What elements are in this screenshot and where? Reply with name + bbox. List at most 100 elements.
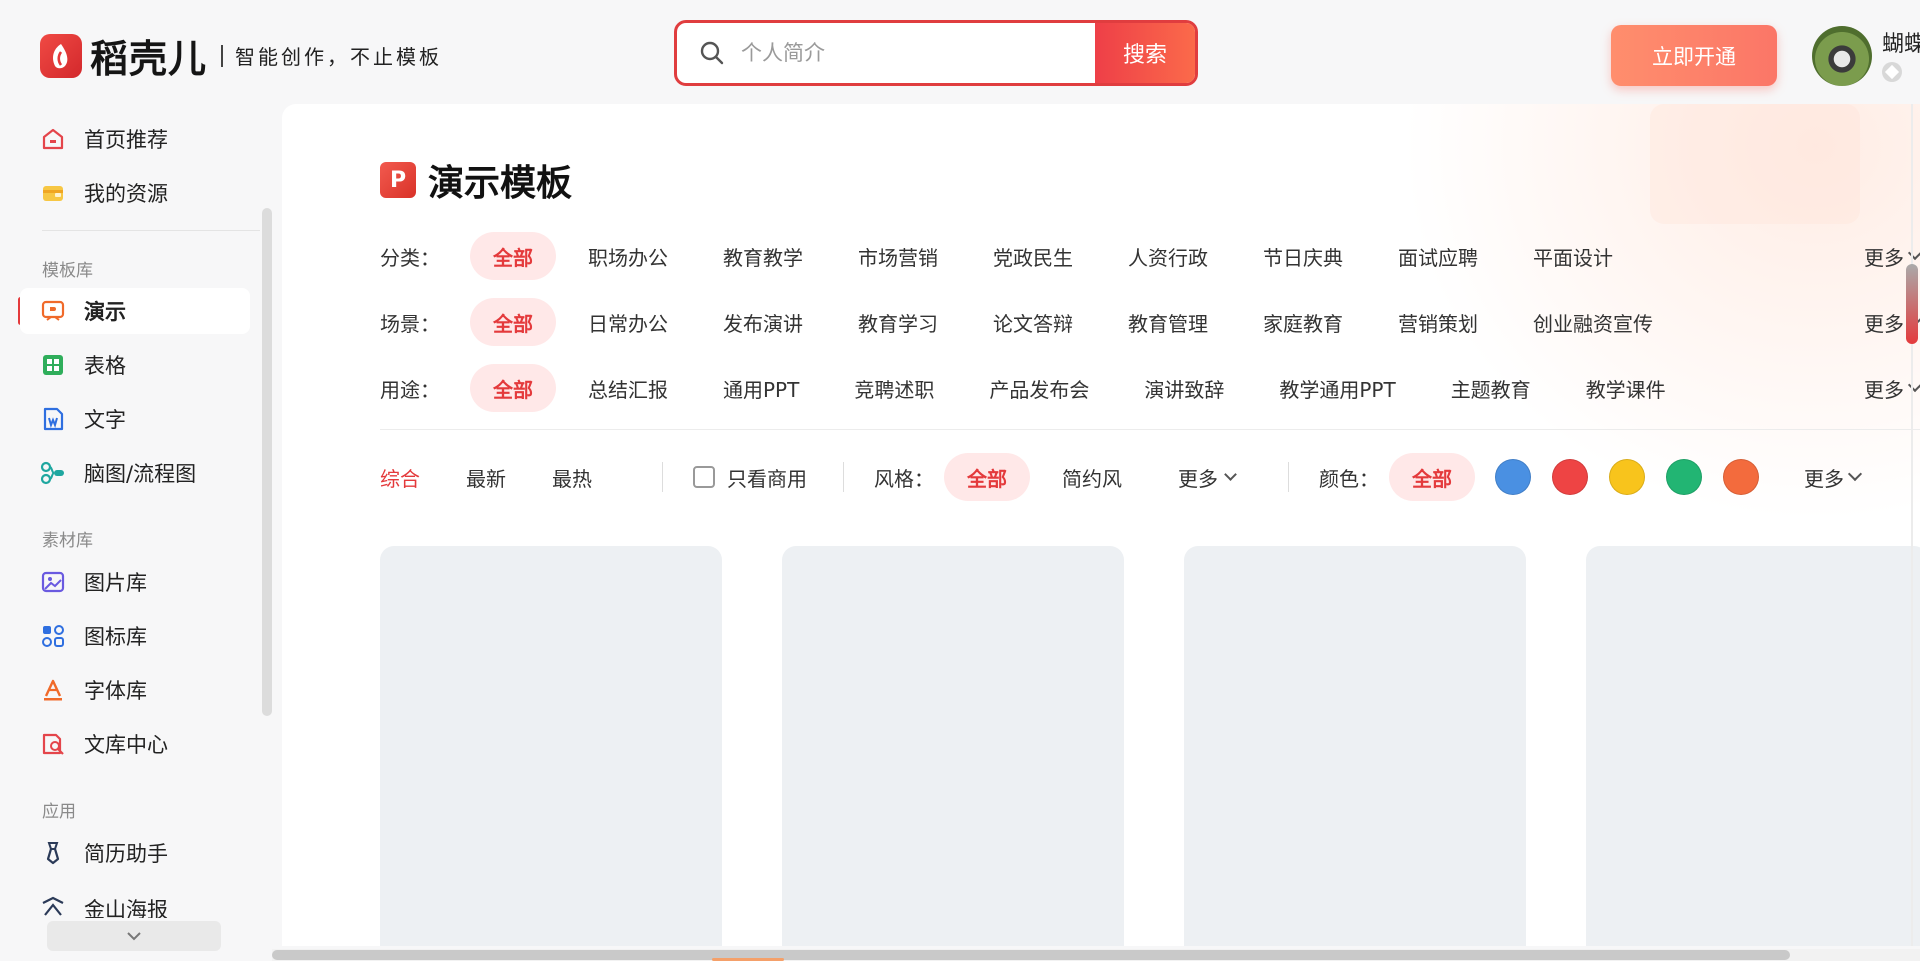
icon-grid-icon: [40, 623, 66, 649]
color-swatch-orange[interactable]: [1723, 459, 1759, 495]
template-card[interactable]: [782, 546, 1124, 946]
sidebar-item-label: 文字: [84, 408, 126, 432]
filter-chip[interactable]: 营销策划: [1375, 298, 1501, 346]
sidebar-item-label: 脑图/流程图: [84, 462, 197, 486]
filter-chip[interactable]: 教学通用PPT: [1256, 364, 1418, 412]
filter-label: 用途：: [380, 377, 440, 402]
sidebar-item-my-resources[interactable]: 我的资源: [20, 170, 250, 216]
filter-chip[interactable]: 全部: [470, 364, 556, 412]
sidebar-scrollbar[interactable]: [262, 208, 272, 716]
style-chip[interactable]: 全部: [944, 453, 1030, 501]
filter-chip[interactable]: 平面设计: [1510, 232, 1636, 280]
filter-chip[interactable]: 总结汇报: [565, 364, 691, 412]
chevron-down-icon: [127, 932, 141, 941]
color-swatch-green[interactable]: [1666, 459, 1702, 495]
template-card[interactable]: [380, 546, 722, 946]
filter-chip[interactable]: 人资行政: [1105, 232, 1231, 280]
search-input[interactable]: [739, 23, 1083, 83]
filter-chip[interactable]: 全部: [470, 232, 556, 280]
filter-chip[interactable]: 全部: [470, 298, 556, 346]
filter-chip[interactable]: 主题教育: [1428, 364, 1554, 412]
sidebar-item-spreadsheet[interactable]: 表格: [20, 342, 250, 388]
sidebar-item-label: 图标库: [84, 625, 147, 649]
filter-chip[interactable]: 党政民生: [970, 232, 1096, 280]
sidebar-item-resume[interactable]: 简历助手: [20, 830, 250, 876]
sidebar-item-home[interactable]: 首页推荐: [20, 116, 250, 162]
wallet-icon: [40, 180, 66, 206]
sidebar-group-title: 应用: [42, 802, 76, 822]
sidebar-item-label: 图片库: [84, 571, 147, 595]
filter-chip[interactable]: 竞聘述职: [831, 364, 957, 412]
sidebar-item-icons[interactable]: 图标库: [20, 613, 250, 659]
sort-tab-comprehensive[interactable]: 综合: [380, 463, 420, 492]
main-content: P 演示模板 分类： 全部 职场办公 教育教学 市场营销 党政民生 人资行政 节…: [282, 104, 1920, 946]
chevron-down-icon: [1224, 468, 1237, 481]
filter-chip[interactable]: 教育学习: [835, 298, 961, 346]
commercial-only-label[interactable]: 只看商用: [727, 463, 807, 492]
filter-chip[interactable]: 家庭教育: [1240, 298, 1366, 346]
sidebar-item-fonts[interactable]: 字体库: [20, 667, 250, 713]
sidebar-expand-button[interactable]: [47, 921, 221, 951]
filter-chip[interactable]: 发布演讲: [700, 298, 826, 346]
style-chip[interactable]: 简约风: [1039, 453, 1145, 501]
filter-chip[interactable]: 面试应聘: [1375, 232, 1501, 280]
image-icon: [40, 569, 66, 595]
resume-icon: [40, 840, 66, 866]
search-button[interactable]: 搜索: [1095, 23, 1195, 83]
color-swatch-blue[interactable]: [1495, 459, 1531, 495]
decorative-panel: [1650, 104, 1860, 224]
sidebar-item-label: 文库中心: [84, 733, 168, 757]
sort-row: 综合 最新 最热 只看商用 风格： 全部 简约风 更多 颜色： 全部 更多: [380, 450, 1920, 504]
filter-row-category: 分类： 全部 职场办公 教育教学 市场营销 党政民生 人资行政 节日庆典 面试应…: [380, 231, 1920, 281]
more-label: 更多: [1864, 245, 1904, 270]
poster-icon: [40, 894, 66, 918]
sidebar-item-document[interactable]: 文字: [20, 396, 250, 442]
scrollbar-thumb[interactable]: [1906, 264, 1918, 344]
sidebar-item-label: 表格: [84, 354, 126, 378]
sidebar-item-library[interactable]: 文库中心: [20, 721, 250, 767]
filter-row-usage: 用途： 全部 总结汇报 通用PPT 竞聘述职 产品发布会 演讲致辞 教学通用PP…: [380, 363, 1920, 413]
vip-subscribe-button[interactable]: 立即开通: [1611, 25, 1777, 86]
filter-chip[interactable]: 演讲致辞: [1121, 364, 1247, 412]
filter-chip[interactable]: 节日庆典: [1240, 232, 1366, 280]
member-badge-icon: [1882, 62, 1902, 82]
avatar[interactable]: [1812, 26, 1872, 86]
filter-chip[interactable]: 教学课件: [1563, 364, 1689, 412]
color-more-button[interactable]: 更多: [1804, 463, 1863, 492]
more-label: 更多: [1864, 311, 1904, 336]
color-chip-all[interactable]: 全部: [1389, 453, 1475, 501]
username[interactable]: 蝴蝶: [1882, 26, 1920, 58]
sort-tab-hottest[interactable]: 最热: [552, 463, 592, 492]
filter-divider: [380, 429, 1920, 430]
filter-chip[interactable]: 教育管理: [1105, 298, 1231, 346]
sort-divider: [843, 462, 844, 492]
template-grid: [380, 546, 1920, 946]
sidebar-item-images[interactable]: 图片库: [20, 559, 250, 605]
main-vertical-scrollbar[interactable]: [1904, 104, 1920, 946]
filter-chip[interactable]: 日常办公: [565, 298, 691, 346]
brand-logo[interactable]: 稻壳儿 智能创作，不止模板: [40, 28, 442, 83]
filter-chip[interactable]: 教育教学: [700, 232, 826, 280]
sort-tab-latest[interactable]: 最新: [466, 463, 506, 492]
template-card[interactable]: [1184, 546, 1526, 946]
sidebar-item-mindmap[interactable]: 脑图/流程图: [20, 450, 250, 496]
filter-row-scene: 场景： 全部 日常办公 发布演讲 教育学习 论文答辩 教育管理 家庭教育 营销策…: [380, 297, 1920, 347]
color-swatch-yellow[interactable]: [1609, 459, 1645, 495]
sidebar-item-poster[interactable]: 金山海报: [20, 884, 250, 918]
color-swatch-red[interactable]: [1552, 459, 1588, 495]
filter-chip[interactable]: 论文答辩: [970, 298, 1096, 346]
horizontal-scrollbar-thumb[interactable]: [272, 950, 1790, 960]
search-icon: [699, 40, 725, 66]
sidebar-group-title: 素材库: [42, 531, 93, 551]
sidebar-item-label: 字体库: [84, 679, 147, 703]
commercial-only-checkbox[interactable]: [693, 466, 715, 488]
filter-chip[interactable]: 通用PPT: [700, 364, 822, 412]
template-card[interactable]: [1586, 546, 1920, 946]
filter-chip[interactable]: 市场营销: [835, 232, 961, 280]
sidebar-item-presentation[interactable]: 演示: [20, 288, 250, 334]
sort-divider: [662, 462, 663, 492]
filter-chip[interactable]: 产品发布会: [966, 364, 1112, 412]
filter-chip[interactable]: 创业融资宣传: [1510, 298, 1676, 346]
filter-chip[interactable]: 职场办公: [565, 232, 691, 280]
style-more-button[interactable]: 更多: [1154, 453, 1259, 501]
